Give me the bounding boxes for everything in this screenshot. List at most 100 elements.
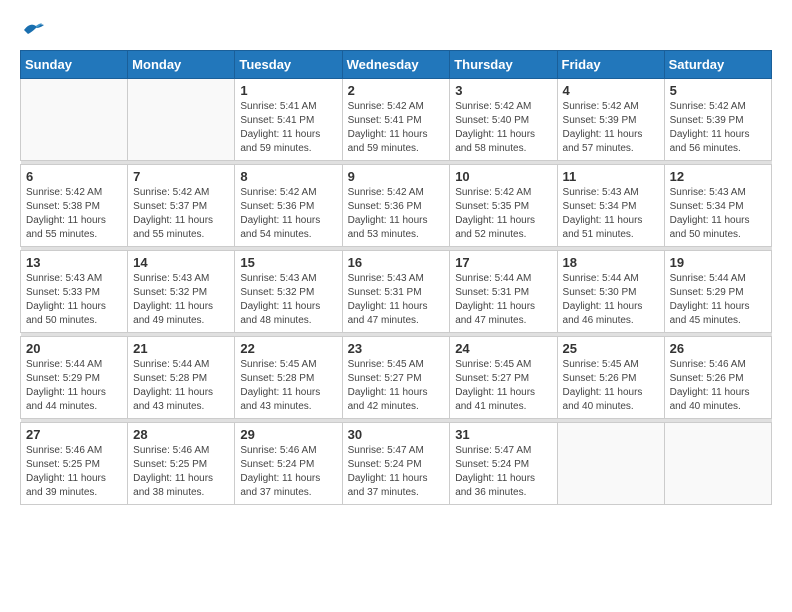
day-number: 12 [670, 169, 766, 184]
day-number: 13 [26, 255, 122, 270]
calendar-cell: 14 Sunrise: 5:43 AM Sunset: 5:32 PM Dayli… [128, 251, 235, 333]
day-number: 31 [455, 427, 551, 442]
calendar-cell: 17Sunrise: 5:44 AM Sunset: 5:31 PM Dayli… [450, 251, 557, 333]
calendar-cell: 19 Sunrise: 5:44 AM Sunset: 5:29 PM Dayli… [664, 251, 771, 333]
day-info: Sunrise: 5:44 AM Sunset: 5:29 PM Dayligh… [670, 272, 766, 328]
day-info: Sunrise: 5:43 AM Sunset: 5:32 PM Dayligh… [133, 272, 229, 328]
calendar-cell: 20 Sunrise: 5:44 AM Sunset: 5:29 PM Dayli… [21, 337, 128, 419]
day-info: Sunrise: 5:42 AM Sunset: 5:40 PM Dayligh… [455, 100, 551, 156]
calendar-cell [128, 79, 235, 161]
day-info: Sunrise: 5:47 AM Sunset: 5:24 PM Dayligh… [455, 444, 551, 500]
day-info: Sunrise: 5:44 AM Sunset: 5:30 PM Dayligh… [563, 272, 659, 328]
day-number: 23 [348, 341, 445, 356]
calendar-cell: 4 Sunrise: 5:42 AM Sunset: 5:39 PM Daylig… [557, 79, 664, 161]
weekday-header-saturday: Saturday [664, 51, 771, 79]
calendar-cell: 24 Sunrise: 5:45 AM Sunset: 5:27 PM Dayli… [450, 337, 557, 419]
calendar-cell [664, 423, 771, 505]
calendar-cell: 11 Sunrise: 5:43 AM Sunset: 5:34 PM Dayli… [557, 165, 664, 247]
day-number: 7 [133, 169, 229, 184]
calendar-cell: 30 Sunrise: 5:47 AM Sunset: 5:24 PM Dayli… [342, 423, 450, 505]
day-number: 9 [348, 169, 445, 184]
day-number: 21 [133, 341, 229, 356]
weekday-header-row: SundayMondayTuesdayWednesdayThursdayFrid… [21, 51, 772, 79]
day-number: 20 [26, 341, 122, 356]
calendar-cell: 29 Sunrise: 5:46 AM Sunset: 5:24 PM Dayli… [235, 423, 342, 505]
calendar-table: SundayMondayTuesdayWednesdayThursdayFrid… [20, 50, 772, 505]
calendar-cell [21, 79, 128, 161]
day-number: 10 [455, 169, 551, 184]
calendar-cell: 18 Sunrise: 5:44 AM Sunset: 5:30 PM Dayli… [557, 251, 664, 333]
day-info: Sunrise: 5:42 AM Sunset: 5:39 PM Dayligh… [563, 100, 659, 156]
day-info: Sunrise: 5:43 AM Sunset: 5:34 PM Dayligh… [563, 186, 659, 242]
day-number: 17 [455, 255, 551, 270]
day-number: 6 [26, 169, 122, 184]
week-row-3: 13Sunrise: 5:43 AM Sunset: 5:33 PM Dayli… [21, 251, 772, 333]
day-info: Sunrise: 5:45 AM Sunset: 5:27 PM Dayligh… [455, 358, 551, 414]
day-number: 11 [563, 169, 659, 184]
day-info: Sunrise: 5:45 AM Sunset: 5:28 PM Dayligh… [240, 358, 336, 414]
day-info: Sunrise: 5:43 AM Sunset: 5:31 PM Dayligh… [348, 272, 445, 328]
calendar-cell: 7 Sunrise: 5:42 AM Sunset: 5:37 PM Daylig… [128, 165, 235, 247]
calendar-cell: 3 Sunrise: 5:42 AM Sunset: 5:40 PM Daylig… [450, 79, 557, 161]
calendar-cell: 25 Sunrise: 5:45 AM Sunset: 5:26 PM Dayli… [557, 337, 664, 419]
day-number: 8 [240, 169, 336, 184]
day-info: Sunrise: 5:45 AM Sunset: 5:26 PM Dayligh… [563, 358, 659, 414]
day-info: Sunrise: 5:41 AM Sunset: 5:41 PM Dayligh… [240, 100, 336, 156]
day-info: Sunrise: 5:42 AM Sunset: 5:36 PM Dayligh… [348, 186, 445, 242]
day-info: Sunrise: 5:46 AM Sunset: 5:24 PM Dayligh… [240, 444, 336, 500]
day-number: 4 [563, 83, 659, 98]
day-number: 3 [455, 83, 551, 98]
calendar-cell: 8 Sunrise: 5:42 AM Sunset: 5:36 PM Daylig… [235, 165, 342, 247]
calendar-cell: 23Sunrise: 5:45 AM Sunset: 5:27 PM Dayli… [342, 337, 450, 419]
logo [20, 20, 46, 40]
day-info: Sunrise: 5:46 AM Sunset: 5:26 PM Dayligh… [670, 358, 766, 414]
day-number: 18 [563, 255, 659, 270]
day-number: 27 [26, 427, 122, 442]
calendar-cell: 27 Sunrise: 5:46 AM Sunset: 5:25 PM Dayli… [21, 423, 128, 505]
calendar-cell: 1 Sunrise: 5:41 AM Sunset: 5:41 PM Daylig… [235, 79, 342, 161]
weekday-header-tuesday: Tuesday [235, 51, 342, 79]
day-info: Sunrise: 5:46 AM Sunset: 5:25 PM Dayligh… [133, 444, 229, 500]
day-number: 2 [348, 83, 445, 98]
day-info: Sunrise: 5:47 AM Sunset: 5:24 PM Dayligh… [348, 444, 445, 500]
day-info: Sunrise: 5:44 AM Sunset: 5:29 PM Dayligh… [26, 358, 122, 414]
day-number: 28 [133, 427, 229, 442]
weekday-header-friday: Friday [557, 51, 664, 79]
week-row-5: 27 Sunrise: 5:46 AM Sunset: 5:25 PM Dayli… [21, 423, 772, 505]
day-info: Sunrise: 5:42 AM Sunset: 5:35 PM Dayligh… [455, 186, 551, 242]
day-number: 29 [240, 427, 336, 442]
day-number: 14 [133, 255, 229, 270]
calendar-cell: 26Sunrise: 5:46 AM Sunset: 5:26 PM Dayli… [664, 337, 771, 419]
calendar-cell: 9 Sunrise: 5:42 AM Sunset: 5:36 PM Daylig… [342, 165, 450, 247]
day-number: 16 [348, 255, 445, 270]
day-info: Sunrise: 5:42 AM Sunset: 5:38 PM Dayligh… [26, 186, 122, 242]
day-info: Sunrise: 5:42 AM Sunset: 5:37 PM Dayligh… [133, 186, 229, 242]
week-row-2: 6 Sunrise: 5:42 AM Sunset: 5:38 PM Daylig… [21, 165, 772, 247]
day-info: Sunrise: 5:44 AM Sunset: 5:28 PM Dayligh… [133, 358, 229, 414]
day-info: Sunrise: 5:43 AM Sunset: 5:32 PM Dayligh… [240, 272, 336, 328]
day-info: Sunrise: 5:46 AM Sunset: 5:25 PM Dayligh… [26, 444, 122, 500]
day-number: 1 [240, 83, 336, 98]
calendar-cell: 10 Sunrise: 5:42 AM Sunset: 5:35 PM Dayli… [450, 165, 557, 247]
day-number: 25 [563, 341, 659, 356]
day-number: 22 [240, 341, 336, 356]
calendar-cell: 15Sunrise: 5:43 AM Sunset: 5:32 PM Dayli… [235, 251, 342, 333]
calendar-cell: 28 Sunrise: 5:46 AM Sunset: 5:25 PM Dayli… [128, 423, 235, 505]
week-row-1: 1 Sunrise: 5:41 AM Sunset: 5:41 PM Daylig… [21, 79, 772, 161]
day-number: 24 [455, 341, 551, 356]
weekday-header-wednesday: Wednesday [342, 51, 450, 79]
calendar-cell: 31 Sunrise: 5:47 AM Sunset: 5:24 PM Dayli… [450, 423, 557, 505]
calendar-cell: 22 Sunrise: 5:45 AM Sunset: 5:28 PM Dayli… [235, 337, 342, 419]
day-info: Sunrise: 5:42 AM Sunset: 5:41 PM Dayligh… [348, 100, 445, 156]
weekday-header-sunday: Sunday [21, 51, 128, 79]
calendar-cell [557, 423, 664, 505]
day-info: Sunrise: 5:43 AM Sunset: 5:34 PM Dayligh… [670, 186, 766, 242]
week-row-4: 20 Sunrise: 5:44 AM Sunset: 5:29 PM Dayli… [21, 337, 772, 419]
day-info: Sunrise: 5:42 AM Sunset: 5:39 PM Dayligh… [670, 100, 766, 156]
day-number: 19 [670, 255, 766, 270]
calendar-cell: 2 Sunrise: 5:42 AM Sunset: 5:41 PM Daylig… [342, 79, 450, 161]
day-number: 30 [348, 427, 445, 442]
calendar-cell: 21 Sunrise: 5:44 AM Sunset: 5:28 PM Dayli… [128, 337, 235, 419]
calendar-cell: 12 Sunrise: 5:43 AM Sunset: 5:34 PM Dayli… [664, 165, 771, 247]
day-info: Sunrise: 5:42 AM Sunset: 5:36 PM Dayligh… [240, 186, 336, 242]
